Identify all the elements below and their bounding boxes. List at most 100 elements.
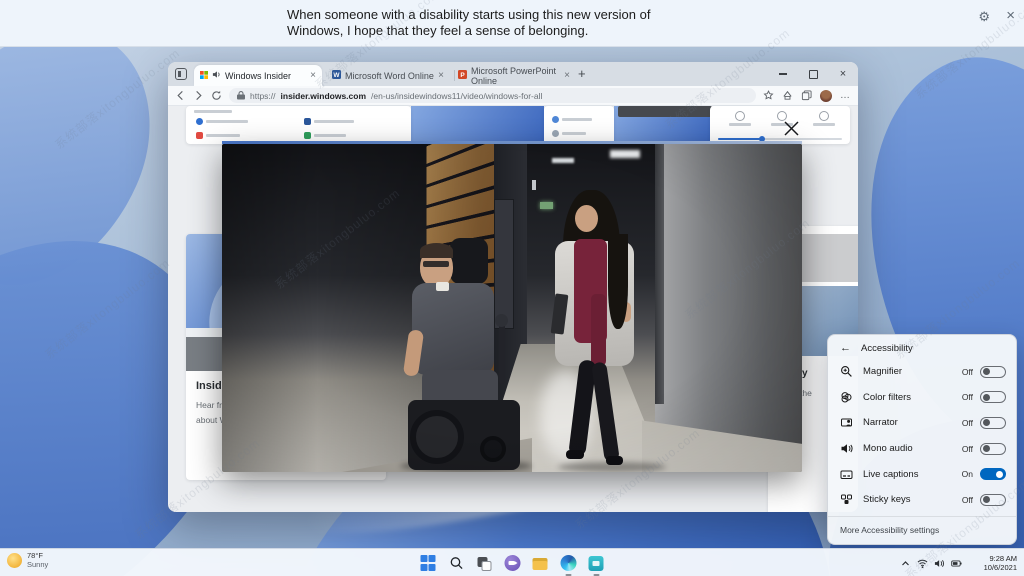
- task-view-button[interactable]: [476, 555, 493, 572]
- tab-close-icon[interactable]: ×: [564, 70, 570, 81]
- browser-toolbar: https:// insider.windows.com/en-us/inside…: [168, 86, 858, 106]
- weather-temp: 78°F: [27, 551, 43, 560]
- taskbar: 78°F Sunny 9:28 AM 10/6/2021: [0, 548, 1024, 576]
- caption-line-1: When someone with a disability starts us…: [287, 7, 651, 22]
- toggle-state-label: On: [961, 469, 973, 480]
- tab-label: Windows Insider: [225, 70, 292, 81]
- accessibility-flyout: ← Accessibility Magnifier Off Color filt…: [827, 334, 1017, 545]
- accessibility-item-label: Sticky keys: [863, 494, 911, 506]
- widget-text-line: [206, 134, 240, 137]
- live-captions-bar: When someone with a disability starts us…: [0, 0, 1024, 47]
- collections-icon[interactable]: [801, 90, 812, 101]
- widget-text-line: [314, 120, 354, 123]
- accessibility-item-sticky-keys[interactable]: Sticky keys Off: [828, 487, 1016, 513]
- minimize-button[interactable]: [768, 62, 798, 86]
- url-domain: insider.windows.com: [280, 90, 367, 101]
- article-title-fragment: y: [802, 368, 808, 379]
- widget-text-line: [562, 118, 592, 121]
- sticky-keys-toggle[interactable]: [980, 493, 1006, 506]
- page-hero-image: [411, 106, 544, 144]
- start-button[interactable]: [420, 555, 437, 572]
- tab-close-icon[interactable]: ×: [438, 70, 444, 81]
- tab-close-icon[interactable]: ×: [310, 70, 316, 81]
- captions-close-icon[interactable]: ×: [1006, 7, 1015, 24]
- page-widget-card[interactable]: [186, 106, 411, 144]
- media-control[interactable]: [808, 111, 840, 126]
- volume-icon[interactable]: [934, 558, 945, 569]
- tab-audio-speaker-icon[interactable]: [212, 70, 221, 81]
- desktop: When someone with a disability starts us…: [0, 0, 1024, 576]
- media-progress-slider[interactable]: [718, 136, 842, 142]
- running-app-indicator: [565, 573, 571, 576]
- widget-app-icon: [304, 132, 311, 139]
- new-tab-button[interactable]: +: [578, 67, 586, 81]
- back-icon[interactable]: [175, 90, 186, 101]
- accessibility-item-label: Magnifier: [863, 366, 903, 378]
- video-close-icon[interactable]: [782, 119, 801, 138]
- profile-avatar[interactable]: [820, 89, 832, 102]
- tab-windows-insider[interactable]: Windows Insider ×: [194, 65, 322, 86]
- accessibility-item-magnifier[interactable]: Magnifier Off: [828, 359, 1016, 385]
- address-bar[interactable]: https:// insider.windows.com/en-us/inside…: [229, 88, 756, 103]
- battery-icon[interactable]: [951, 558, 962, 569]
- forward-icon[interactable]: [193, 90, 204, 101]
- powerpoint-icon: P: [458, 70, 467, 81]
- video-frame[interactable]: [222, 144, 802, 472]
- svg-text:W: W: [333, 72, 340, 79]
- toggle-state-label: Off: [961, 494, 973, 505]
- widget-app-icon: [552, 116, 559, 123]
- taskbar-clock[interactable]: 9:28 AM 10/6/2021: [967, 554, 1017, 572]
- window-controls: ×: [768, 62, 858, 86]
- video-vignette: [222, 144, 802, 472]
- accessibility-item-label: Live captions: [863, 468, 919, 480]
- browser-essentials-icon[interactable]: [782, 90, 793, 101]
- accessibility-item-color-filters[interactable]: Color filters Off: [828, 385, 1016, 411]
- toggle-state-label: Off: [961, 366, 973, 377]
- accessibility-item-label: Mono audio: [863, 443, 913, 455]
- tab-word-online[interactable]: W Microsoft Word Online ×: [326, 65, 450, 86]
- toolbar-icons: …: [763, 89, 851, 102]
- color-filters-toggle[interactable]: [980, 391, 1006, 404]
- chat-button[interactable]: [504, 555, 521, 572]
- weather-widget[interactable]: 78°F Sunny: [7, 551, 48, 569]
- tab-powerpoint-online[interactable]: P Microsoft PowerPoint Online ×: [452, 65, 576, 86]
- svg-text:P: P: [460, 72, 465, 79]
- search-button[interactable]: [448, 555, 465, 572]
- back-arrow-icon[interactable]: ←: [840, 342, 851, 354]
- narrator-toggle[interactable]: [980, 416, 1006, 429]
- live-captions-toggle[interactable]: [980, 468, 1006, 481]
- system-tray: [900, 549, 962, 576]
- browser-menu-ellipsis-icon[interactable]: …: [840, 90, 851, 101]
- url-path: /en-us/insidewindows11/video/windows-for…: [371, 90, 543, 101]
- accessibility-item-mono-audio[interactable]: Mono audio Off: [828, 436, 1016, 462]
- edge-icon: [560, 555, 576, 571]
- magnifier-toggle[interactable]: [980, 365, 1006, 378]
- window-close-button[interactable]: ×: [828, 62, 858, 86]
- folder-icon: [532, 560, 548, 570]
- clock-date: 10/6/2021: [983, 563, 1017, 572]
- page-widget-card[interactable]: [544, 106, 614, 144]
- tray-chevron-up-icon[interactable]: [900, 558, 911, 569]
- refresh-icon[interactable]: [211, 90, 222, 101]
- maximize-button[interactable]: [798, 62, 828, 86]
- captions-settings-gear-icon[interactable]: ⚙: [978, 9, 990, 25]
- tab-actions-menu-icon[interactable]: [175, 68, 187, 80]
- accessibility-item-narrator[interactable]: Narrator Off: [828, 410, 1016, 436]
- mono-audio-toggle[interactable]: [980, 442, 1006, 455]
- edge-button[interactable]: [560, 555, 577, 576]
- page-cta-button[interactable]: [618, 106, 712, 117]
- media-control[interactable]: [724, 111, 756, 126]
- wifi-icon[interactable]: [917, 558, 928, 569]
- more-accessibility-settings-link[interactable]: More Accessibility settings: [828, 515, 1016, 535]
- color-filters-icon: [840, 391, 853, 404]
- live-caption-text: When someone with a disability starts us…: [287, 7, 650, 39]
- search-icon: [450, 557, 463, 570]
- running-app-indicator: [593, 573, 599, 576]
- edge-browser-window: Windows Insider × W Microsoft Word Onlin…: [168, 62, 858, 512]
- file-explorer-button[interactable]: [532, 555, 549, 572]
- media-controls-card[interactable]: [710, 106, 850, 144]
- favorites-star-icon[interactable]: [763, 90, 774, 101]
- toggle-state-label: Off: [961, 443, 973, 454]
- insider-app-button[interactable]: [588, 555, 605, 576]
- accessibility-item-live-captions[interactable]: Live captions On: [828, 461, 1016, 487]
